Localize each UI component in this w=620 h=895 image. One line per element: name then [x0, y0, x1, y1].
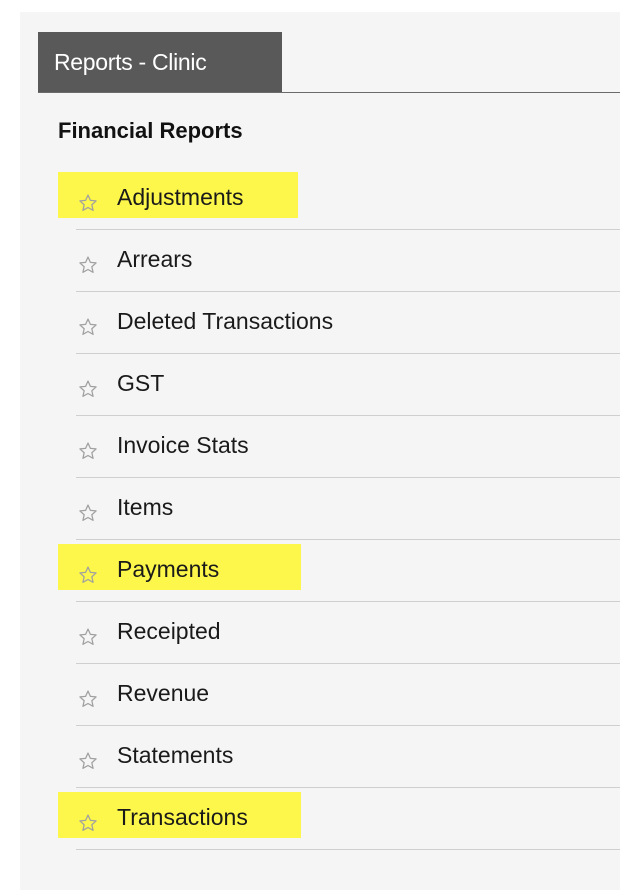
report-item-gst[interactable]: GST: [58, 354, 620, 416]
star-outline-icon[interactable]: [78, 193, 98, 213]
report-item-label: Invoice Stats: [117, 432, 249, 458]
report-item-label: Revenue: [117, 680, 210, 706]
star-outline-icon[interactable]: [78, 813, 98, 833]
report-item-label: Transactions: [117, 804, 248, 830]
star-outline-icon[interactable]: [78, 627, 98, 647]
star-outline-icon[interactable]: [78, 689, 98, 709]
report-item-label: Items: [117, 494, 174, 520]
section-title-financial-reports: Financial Reports: [58, 118, 243, 143]
report-item-label: Receipted: [117, 618, 221, 644]
star-outline-icon[interactable]: [78, 441, 98, 461]
star-outline-icon[interactable]: [78, 565, 98, 585]
report-item-adjustments[interactable]: Adjustments: [58, 168, 620, 230]
report-list: Adjustments Arrears Deleted Transactions…: [58, 168, 620, 850]
report-item-arrears[interactable]: Arrears: [58, 230, 620, 292]
report-item-label: Deleted Transactions: [117, 308, 334, 334]
reports-panel: Reports - Clinic Financial Reports Adjus…: [20, 12, 620, 890]
star-outline-icon[interactable]: [78, 317, 98, 337]
report-item-label: GST: [117, 370, 165, 396]
report-item-label: Adjustments: [117, 184, 244, 210]
report-item-revenue[interactable]: Revenue: [58, 664, 620, 726]
report-item-label: Statements: [117, 742, 234, 768]
report-item-deleted-transactions[interactable]: Deleted Transactions: [58, 292, 620, 354]
star-outline-icon[interactable]: [78, 503, 98, 523]
star-outline-icon[interactable]: [78, 751, 98, 771]
star-outline-icon[interactable]: [78, 379, 98, 399]
report-item-statements[interactable]: Statements: [58, 726, 620, 788]
report-item-label: Arrears: [117, 246, 193, 272]
report-item-items[interactable]: Items: [58, 478, 620, 540]
report-item-receipted[interactable]: Receipted: [58, 602, 620, 664]
report-item-payments[interactable]: Payments: [58, 540, 620, 602]
tab-bar: Reports - Clinic: [38, 32, 620, 93]
tab-reports-clinic[interactable]: Reports - Clinic: [38, 32, 282, 92]
star-outline-icon[interactable]: [78, 255, 98, 275]
report-item-invoice-stats[interactable]: Invoice Stats: [58, 416, 620, 478]
report-item-transactions[interactable]: Transactions: [58, 788, 620, 850]
divider: [76, 849, 620, 850]
report-item-label: Payments: [117, 556, 220, 582]
